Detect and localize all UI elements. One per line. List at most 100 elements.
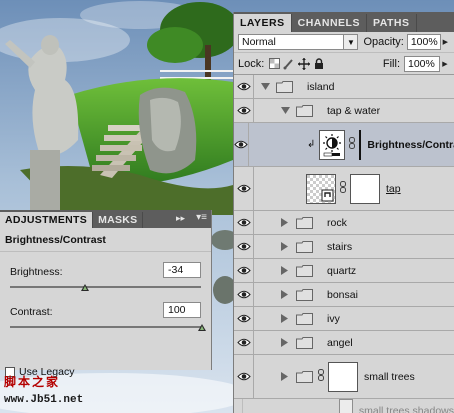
adjustments-panel: ADJUSTMENTS MASKS ▸▸ ▾≡ Brightness/Contr… <box>0 210 212 378</box>
lock-transparent-pixels-icon[interactable] <box>268 58 280 70</box>
layer-name: small trees shadows <box>358 404 454 413</box>
folder-icon <box>296 312 313 325</box>
watermark-chinese-text: 脚本之家 <box>4 375 61 389</box>
expand-triangle-icon[interactable] <box>260 82 270 92</box>
lock-all-icon[interactable] <box>313 57 325 70</box>
collapse-triangle-icon[interactable] <box>280 218 290 228</box>
layer-name: small trees <box>364 370 415 383</box>
tab-masks[interactable]: MASKS <box>93 212 144 228</box>
layer-row-angel[interactable]: angel <box>234 331 454 355</box>
visibility-eye-icon[interactable] <box>234 99 254 122</box>
fill-input[interactable]: 100% <box>404 55 440 72</box>
layer-name: ivy <box>327 312 340 325</box>
folder-icon <box>296 216 313 229</box>
layer-thumbnail[interactable] <box>339 398 353 413</box>
collapse-triangle-icon[interactable] <box>280 290 290 300</box>
chain-link-icon[interactable] <box>340 181 346 196</box>
collapse-triangle-icon[interactable] <box>280 314 290 324</box>
tap-layer-thumbnail[interactable] <box>306 173 336 204</box>
contrast-slider-track[interactable] <box>10 326 201 328</box>
layer-row-ivy[interactable]: ivy <box>234 307 454 331</box>
visibility-eye-icon[interactable] <box>234 123 249 166</box>
chain-link-icon[interactable] <box>318 369 324 384</box>
layer-row-tap-and-water[interactable]: tap & water <box>234 99 454 123</box>
lock-row: Lock: Fill: 100% ▶ <box>234 53 454 75</box>
layer-row-bonsai[interactable]: bonsai <box>234 283 454 307</box>
lock-position-icon[interactable] <box>298 57 311 70</box>
opacity-input[interactable]: 100% <box>406 34 441 50</box>
brightness-slider-block: Brightness: -34 <box>0 256 211 296</box>
visibility-eye-icon[interactable] <box>234 283 254 306</box>
visibility-eye-icon[interactable] <box>234 75 254 98</box>
site-watermark: 脚本之家 www.Jb51.net <box>4 373 84 411</box>
brightness-slider-track[interactable] <box>10 286 201 288</box>
layer-row-quartz[interactable]: quartz <box>234 259 454 283</box>
lock-image-pixels-icon[interactable] <box>283 58 295 70</box>
tab-adjustments[interactable]: ADJUSTMENTS <box>0 212 94 228</box>
layer-mask-thumbnail[interactable] <box>350 173 380 204</box>
blend-row: Normal ▼ Opacity: 100% ▶ <box>234 32 454 53</box>
folder-icon <box>296 288 313 301</box>
visibility-eye-icon[interactable] <box>234 167 254 210</box>
layers-panel: LAYERS CHANNELS PATHS Normal ▼ Opacity: … <box>233 12 454 413</box>
expand-triangle-icon[interactable] <box>280 106 290 116</box>
layer-name: Brightness/Contrast 2 <box>367 138 454 151</box>
layers-tab-bar: LAYERS CHANNELS PATHS <box>234 12 454 32</box>
opacity-slider-arrow-icon[interactable]: ▶ <box>441 34 450 50</box>
layer-mask-thumbnail[interactable] <box>359 129 362 160</box>
visibility-eye-icon[interactable] <box>234 259 254 282</box>
watermark-url: www.Jb51.net <box>4 394 84 406</box>
collapse-triangle-icon[interactable] <box>280 266 290 276</box>
collapse-panel-icon[interactable]: ▸▸ <box>176 213 185 224</box>
brightness-contrast-adjustment-icon[interactable] <box>319 129 346 160</box>
layer-name: angel <box>327 336 353 349</box>
layer-row-island[interactable]: island <box>234 75 454 99</box>
layer-name: stairs <box>327 240 353 253</box>
fill-label: Fill: <box>382 57 400 70</box>
collapse-triangle-icon[interactable] <box>280 242 290 252</box>
layer-row-brightness-contrast[interactable]: ↲ Brightness/Contrast 2 <box>234 123 454 167</box>
layer-name: island <box>307 80 335 93</box>
brightness-input[interactable]: -34 <box>163 262 201 278</box>
folder-icon <box>296 336 313 349</box>
contrast-slider-block: Contrast: 100 <box>0 296 211 336</box>
lock-label: Lock: <box>238 57 265 70</box>
tab-layers[interactable]: LAYERS <box>234 14 292 32</box>
visibility-eye-icon[interactable] <box>234 355 254 398</box>
chain-link-icon[interactable] <box>349 137 356 152</box>
layer-row-rock[interactable]: rock <box>234 211 454 235</box>
visibility-eye-icon[interactable] <box>234 399 244 413</box>
brightness-slider-handle[interactable] <box>80 284 89 291</box>
tab-channels[interactable]: CHANNELS <box>292 14 367 32</box>
collapse-triangle-icon[interactable] <box>280 372 290 382</box>
contrast-label: Contrast: <box>10 306 53 318</box>
adjustments-tab-bar: ADJUSTMENTS MASKS ▸▸ ▾≡ <box>0 210 211 228</box>
visibility-eye-icon[interactable] <box>234 307 254 330</box>
panel-menu-icon[interactable]: ▾≡ <box>196 212 207 223</box>
clipping-arrow-icon: ↲ <box>307 139 316 150</box>
layer-row-small-trees[interactable]: small trees <box>234 355 454 399</box>
blend-mode-value: Normal <box>242 36 276 48</box>
brightness-label: Brightness: <box>10 266 63 278</box>
layer-name: quartz <box>327 264 357 277</box>
opacity-label: Opacity: <box>363 36 404 48</box>
folder-icon <box>296 104 313 117</box>
visibility-eye-icon[interactable] <box>234 211 254 234</box>
contrast-input[interactable]: 100 <box>163 302 201 318</box>
blend-mode-select[interactable]: Normal ▼ <box>238 34 359 50</box>
layer-mask-thumbnail[interactable] <box>328 361 358 392</box>
layer-row-tap[interactable]: tap <box>234 167 454 211</box>
chevron-down-icon[interactable]: ▼ <box>343 35 358 49</box>
contrast-slider-handle[interactable] <box>198 324 206 331</box>
layer-row-small-trees-shadows[interactable]: small trees shadows <box>234 398 454 413</box>
layer-name: tap & water <box>327 104 381 117</box>
layer-name: bonsai <box>327 288 358 301</box>
fill-slider-arrow-icon[interactable]: ▶ <box>440 56 450 72</box>
layer-row-stairs[interactable]: stairs <box>234 235 454 259</box>
folder-icon <box>296 370 313 383</box>
layer-name: rock <box>327 216 347 229</box>
visibility-eye-icon[interactable] <box>234 235 254 258</box>
tab-paths[interactable]: PATHS <box>367 14 417 32</box>
visibility-eye-icon[interactable] <box>234 331 254 354</box>
collapse-triangle-icon[interactable] <box>280 338 290 348</box>
